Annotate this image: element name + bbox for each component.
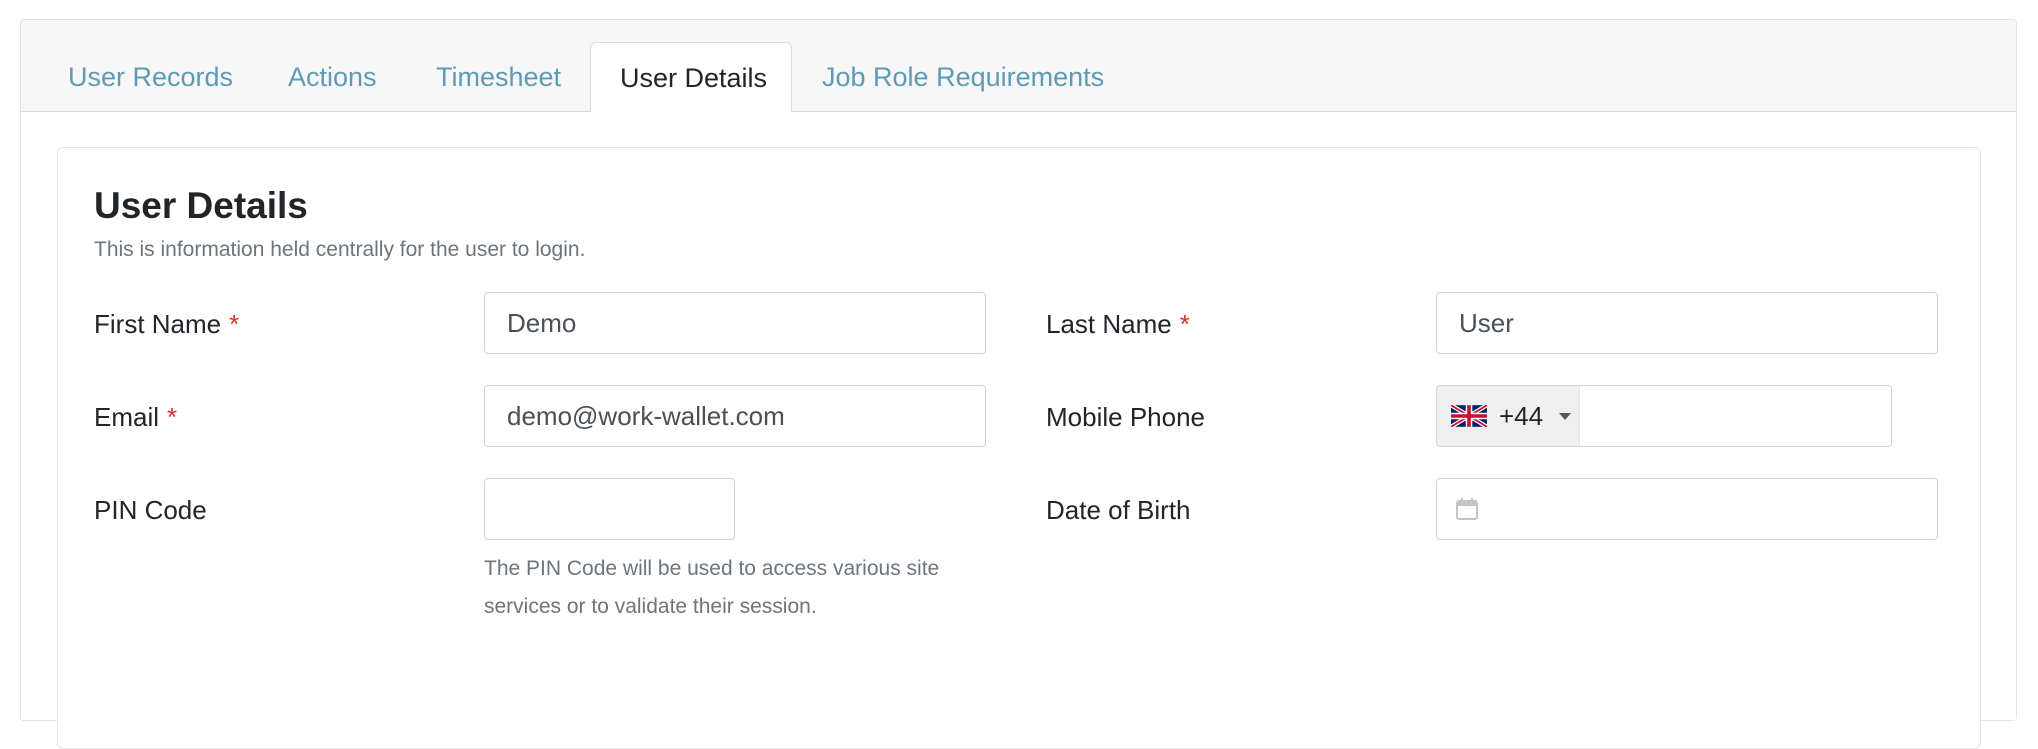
- tab-content: User Details This is information held ce…: [21, 112, 2016, 749]
- email-field[interactable]: demo@work-wallet.com: [484, 385, 986, 447]
- first-name-label: First Name *: [94, 309, 240, 339]
- caret-down-icon: [1559, 413, 1571, 420]
- tab-timesheet[interactable]: Timesheet: [436, 43, 561, 111]
- required-marker: *: [167, 402, 178, 432]
- user-details-card: User Details This is information held ce…: [57, 147, 1981, 749]
- tab-bar: User Records Actions Timesheet User Deta…: [21, 20, 2016, 112]
- mobile-phone-field[interactable]: +44: [1436, 385, 1892, 447]
- card-title: User Details: [94, 185, 308, 226]
- user-panel: User Records Actions Timesheet User Deta…: [20, 19, 2017, 749]
- tab-actions[interactable]: Actions: [288, 43, 377, 111]
- date-of-birth-label: Date of Birth: [1046, 495, 1191, 525]
- dial-code: +44: [1499, 401, 1544, 431]
- pin-code-field[interactable]: [484, 478, 735, 540]
- calendar-icon: [1456, 498, 1478, 520]
- required-marker: *: [1179, 309, 1190, 339]
- required-marker: *: [229, 309, 240, 339]
- last-name-field[interactable]: User: [1436, 292, 1938, 354]
- first-name-field[interactable]: Demo: [484, 292, 986, 354]
- mobile-phone-label: Mobile Phone: [1046, 402, 1205, 432]
- tab-job-role-requirements[interactable]: Job Role Requirements: [822, 43, 1104, 111]
- card-subtitle: This is information held centrally for t…: [94, 238, 586, 261]
- last-name-label: Last Name *: [1046, 309, 1190, 339]
- tab-user-records[interactable]: User Records: [68, 43, 233, 111]
- email-label: Email *: [94, 402, 178, 432]
- uk-flag-icon: [1451, 405, 1487, 427]
- pin-code-label: PIN Code: [94, 495, 207, 525]
- tab-user-details[interactable]: User Details: [590, 42, 792, 112]
- country-code-selector[interactable]: +44: [1437, 386, 1580, 446]
- date-of-birth-field[interactable]: [1436, 478, 1938, 540]
- pin-code-help: The PIN Code will be used to access vari…: [484, 557, 940, 618]
